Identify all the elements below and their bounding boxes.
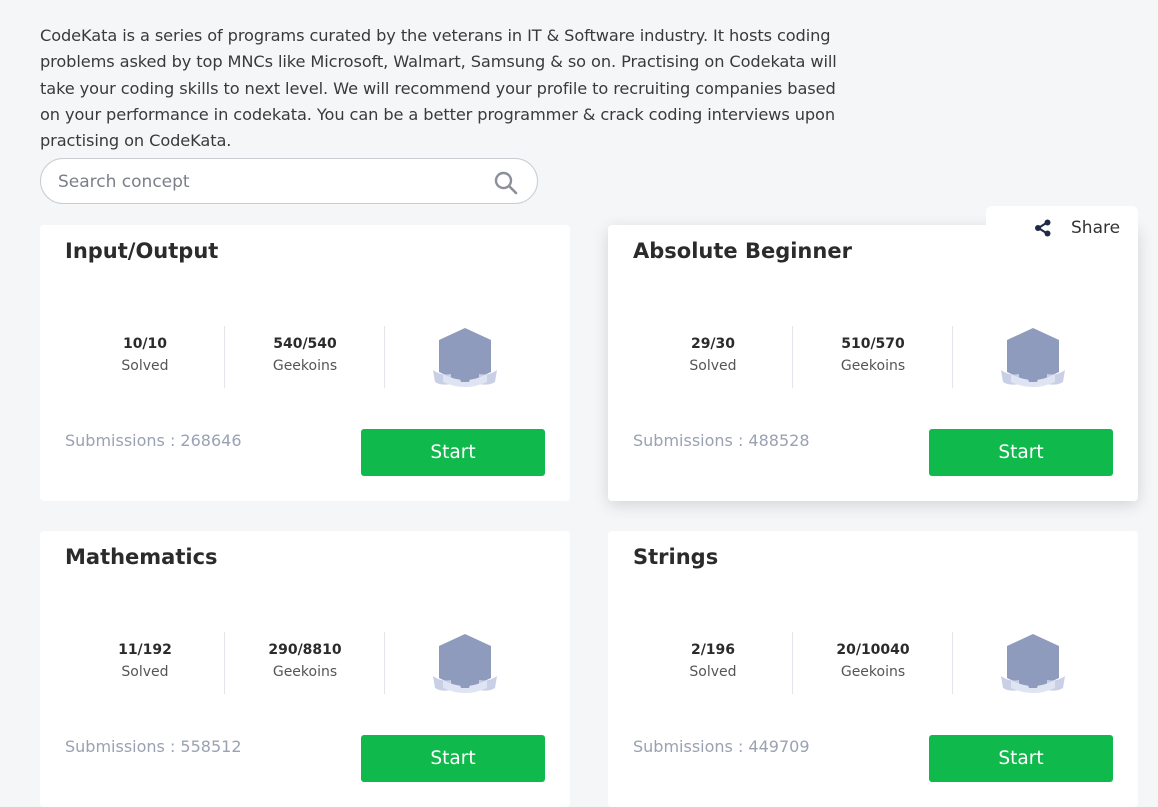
- share-label: Share: [1071, 218, 1121, 238]
- solved-stat: 29/30 Solved: [633, 326, 793, 388]
- card-stats: 10/10 Solved 540/540 Geekoins: [65, 326, 545, 388]
- badge-icon: [433, 634, 497, 693]
- geekoins-count: 540/540: [273, 336, 337, 352]
- geekoins-count: 20/10040: [836, 642, 910, 658]
- submissions-count: Submissions : 558512: [65, 737, 242, 756]
- card-stats: 2/196 Solved 20/10040 Geekoins: [633, 632, 1113, 694]
- start-button[interactable]: Start: [361, 735, 545, 782]
- solved-count: 29/30: [690, 336, 736, 352]
- card-title: Input/Output: [65, 239, 219, 263]
- submissions-count: Submissions : 449709: [633, 737, 810, 756]
- submissions-count: Submissions : 268646: [65, 431, 242, 450]
- stat-divider: [952, 326, 953, 388]
- solved-count: 10/10: [122, 336, 168, 352]
- solved-count: 11/192: [118, 642, 172, 658]
- stat-divider: [384, 326, 385, 388]
- solved-stat: 10/10 Solved: [65, 326, 225, 388]
- geekoins-stat: 20/10040 Geekoins: [793, 632, 953, 694]
- submissions-count: Submissions : 488528: [633, 431, 810, 450]
- solved-label: Solved: [689, 664, 737, 680]
- course-card-strings: Strings 2/196 Solved 20/10040 Geekoins S…: [608, 531, 1138, 807]
- codekata-description: CodeKata is a series of programs curated…: [40, 26, 837, 150]
- course-card-mathematics: Mathematics 11/192 Solved 290/8810 Geeko…: [40, 531, 570, 807]
- geekoins-label: Geekoins: [272, 358, 338, 374]
- search-input[interactable]: [56, 159, 480, 205]
- solved-count: 2/196: [690, 642, 736, 658]
- search-bar: [40, 158, 538, 205]
- start-button[interactable]: Start: [929, 429, 1113, 476]
- badge-icon: [1001, 328, 1065, 387]
- share-icon: [1035, 219, 1051, 237]
- geekoins-label: Geekoins: [272, 664, 338, 680]
- start-button[interactable]: Start: [929, 735, 1113, 782]
- solved-label: Solved: [689, 358, 737, 374]
- share-button[interactable]: Share: [986, 206, 1138, 250]
- solved-label: Solved: [121, 358, 169, 374]
- geekoins-label: Geekoins: [840, 664, 906, 680]
- badge-icon: [1001, 634, 1065, 693]
- stat-divider: [952, 632, 953, 694]
- geekoins-stat: 290/8810 Geekoins: [225, 632, 385, 694]
- stat-divider: [384, 632, 385, 694]
- start-button[interactable]: Start: [361, 429, 545, 476]
- geekoins-count: 510/570: [841, 336, 905, 352]
- badge-icon: [433, 328, 497, 387]
- course-card-input-output: Input/Output 10/10 Solved 540/540 Geekoi…: [40, 225, 570, 501]
- course-card-absolute-beginner: Absolute Beginner 29/30 Solved 510/570 G…: [608, 225, 1138, 501]
- card-title: Mathematics: [65, 545, 218, 569]
- card-title: Strings: [633, 545, 719, 569]
- card-stats: 11/192 Solved 290/8810 Geekoins: [65, 632, 545, 694]
- geekoins-count: 290/8810: [268, 642, 342, 658]
- solved-stat: 2/196 Solved: [633, 632, 793, 694]
- search-icon[interactable]: [493, 170, 519, 196]
- solved-label: Solved: [121, 664, 169, 680]
- geekoins-stat: 540/540 Geekoins: [225, 326, 385, 388]
- card-stats: 29/30 Solved 510/570 Geekoins: [633, 326, 1113, 388]
- geekoins-stat: 510/570 Geekoins: [793, 326, 953, 388]
- geekoins-label: Geekoins: [840, 358, 906, 374]
- card-title: Absolute Beginner: [633, 239, 852, 263]
- solved-stat: 11/192 Solved: [65, 632, 225, 694]
